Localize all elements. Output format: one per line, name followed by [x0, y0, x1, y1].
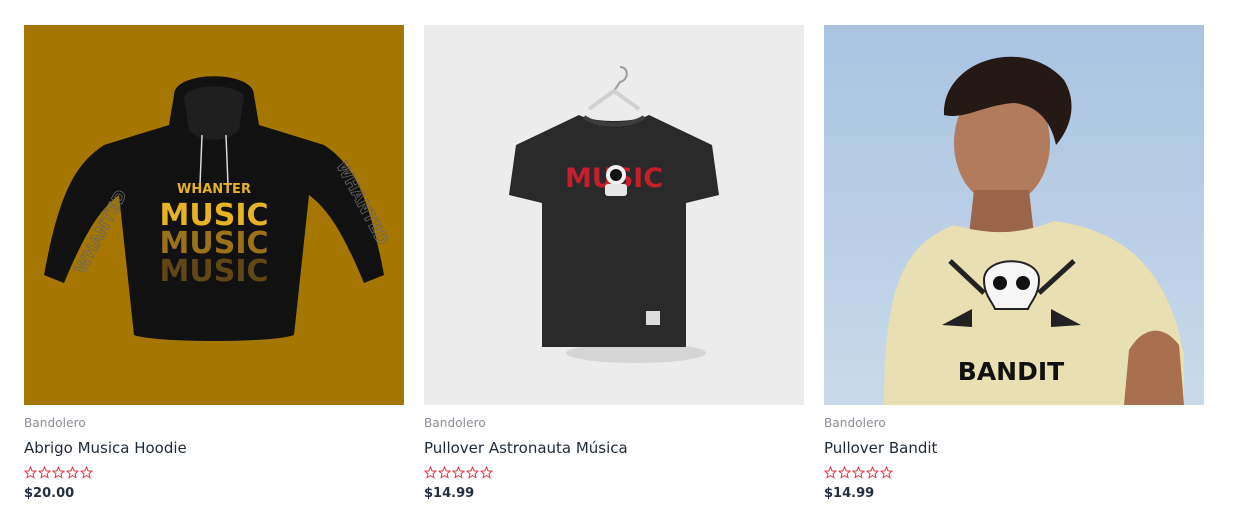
star-outline-icon — [466, 466, 479, 479]
product-card: BANDIT Bandolero Pullover Bandit $14.99 — [824, 25, 1204, 515]
svg-text:BANDIT: BANDIT — [958, 357, 1064, 386]
star-outline-icon — [52, 466, 65, 479]
star-outline-icon — [852, 466, 865, 479]
product-brand: Bandolero — [424, 416, 486, 430]
product-price: $20.00 — [24, 486, 75, 501]
rating-stars — [824, 466, 893, 482]
rating-stars — [24, 466, 93, 482]
product-image-tshirt[interactable]: MUSIC — [424, 25, 804, 405]
product-grid: WHANTED WHANTED WHANTER MUSIC MUSIC MUSI… — [0, 0, 1238, 526]
rating-stars — [424, 466, 493, 482]
star-outline-icon — [80, 466, 93, 479]
star-outline-icon — [480, 466, 493, 479]
product-title[interactable]: Pullover Astronauta Música — [424, 439, 628, 457]
product-brand: Bandolero — [824, 416, 886, 430]
svg-text:WHANTER: WHANTER — [177, 182, 251, 197]
product-brand: Bandolero — [24, 416, 86, 430]
product-title[interactable]: Pullover Bandit — [824, 439, 937, 457]
star-outline-icon — [824, 466, 837, 479]
svg-text:MUSIC: MUSIC — [160, 254, 269, 289]
star-outline-icon — [452, 466, 465, 479]
product-image-hoodie[interactable]: WHANTED WHANTED WHANTER MUSIC MUSIC MUSI… — [24, 25, 404, 405]
product-card: MUSIC Bandolero Pullover Astronauta Músi… — [424, 25, 804, 515]
product-price: $14.99 — [424, 486, 475, 501]
star-outline-icon — [66, 466, 79, 479]
star-outline-icon — [424, 466, 437, 479]
star-outline-icon — [438, 466, 451, 479]
star-outline-icon — [880, 466, 893, 479]
product-title[interactable]: Abrigo Musica Hoodie — [24, 439, 187, 457]
star-outline-icon — [38, 466, 51, 479]
star-outline-icon — [24, 466, 37, 479]
star-outline-icon — [866, 466, 879, 479]
product-image-bandit[interactable]: BANDIT — [824, 25, 1204, 405]
product-price: $14.99 — [824, 486, 875, 501]
star-outline-icon — [838, 466, 851, 479]
product-card: WHANTED WHANTED WHANTER MUSIC MUSIC MUSI… — [24, 25, 404, 515]
